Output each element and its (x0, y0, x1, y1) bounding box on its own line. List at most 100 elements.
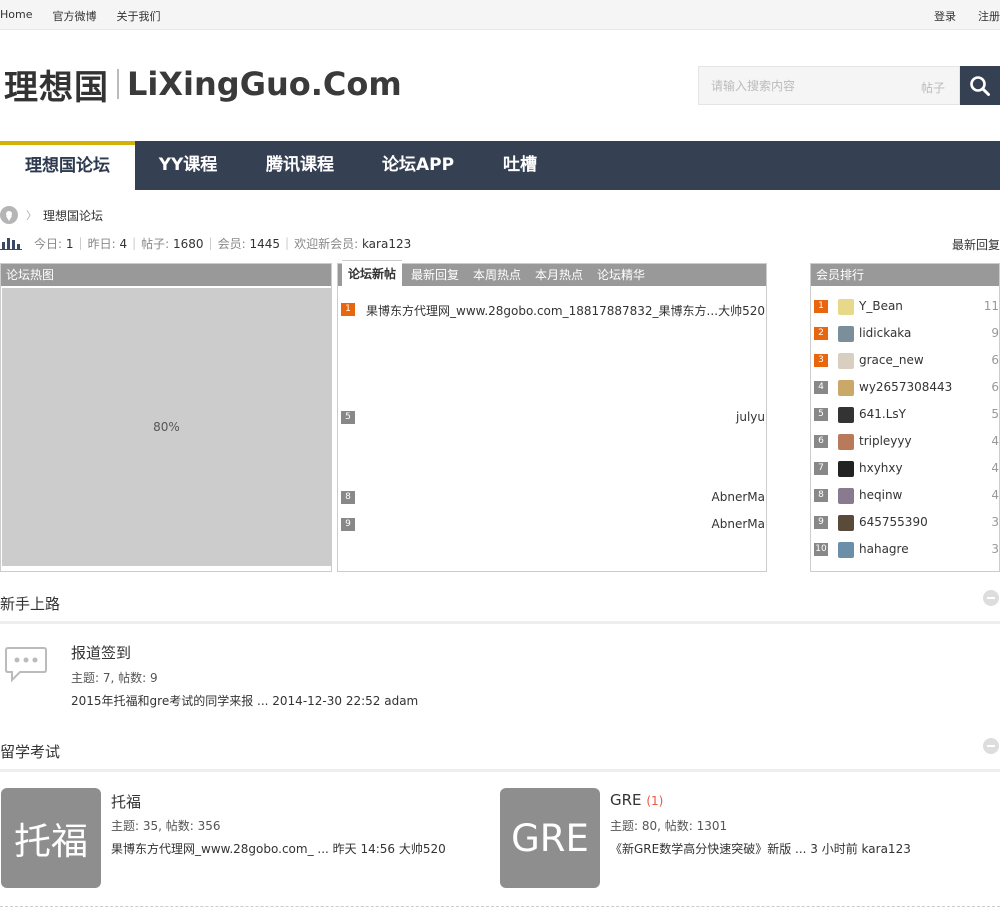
tab-month-hot[interactable]: 本月热点 (535, 264, 583, 286)
tab-essence[interactable]: 论坛精华 (597, 264, 645, 286)
section-divider (0, 621, 1000, 624)
nav-item-tucao[interactable]: 吐槽 (477, 141, 563, 190)
nav-item-yy[interactable]: YY课程 (135, 141, 241, 190)
rank-item[interactable]: 5 641.LsY 5 (814, 406, 999, 424)
post-item[interactable]: 5 julyu (341, 410, 765, 426)
rank-name[interactable]: 645755390 (859, 515, 928, 529)
register-link[interactable]: 注册 (978, 8, 1000, 24)
breadcrumb-current[interactable]: 理想国论坛 (43, 207, 103, 224)
post-author[interactable]: julyu (736, 410, 765, 424)
nav-item-app[interactable]: 论坛APP (359, 141, 477, 190)
avatar[interactable] (838, 488, 854, 504)
hot-image-slide[interactable]: 80% (2, 288, 331, 569)
hot-image-panel: 论坛热图 80% (0, 263, 332, 572)
avatar[interactable] (838, 461, 854, 477)
rank-item[interactable]: 1 Y_Bean 11 (814, 298, 999, 316)
rank-count: 11 (983, 299, 999, 313)
member-rank-panel: 会员排行 1 Y_Bean 11 2 lidickaka 9 3 grace_n… (810, 263, 1000, 572)
rank-name[interactable]: 641.LsY (859, 407, 906, 421)
top-bar: Home 官方微博 关于我们 登录 注册 (0, 0, 1000, 30)
avatar[interactable] (838, 299, 854, 315)
location-pin-icon[interactable] (0, 206, 18, 224)
rank-name[interactable]: Y_Bean (859, 299, 903, 313)
forum-last-post[interactable]: 2015年托福和gre考试的同学来报 ... 2014-12-30 22:52 … (71, 692, 418, 709)
latest-reply-link[interactable]: 最新回复 (952, 236, 1000, 253)
rank-count: 4 (991, 461, 999, 475)
tab-latest-reply[interactable]: 最新回复 (411, 264, 459, 286)
forum-last-post[interactable]: 《新GRE数学高分快速突破》新版 ... 3 小时前 kara123 (610, 840, 911, 857)
search-input[interactable] (699, 67, 909, 104)
site-logo[interactable]: 理想国 LiXingGuo.Com (4, 60, 402, 108)
rank-count: 4 (991, 488, 999, 502)
collapse-icon[interactable] (983, 738, 999, 754)
rank-name[interactable]: wy2657308443 (859, 380, 952, 394)
top-links: Home 官方微博 关于我们 (0, 8, 180, 24)
search-type-select[interactable]: 帖子 (921, 79, 945, 96)
home-link[interactable]: Home (0, 8, 32, 24)
rank-item[interactable]: 2 lidickaka 9 (814, 325, 999, 343)
stat-members: 会员: 1445 (217, 236, 281, 251)
post-item[interactable]: 8 AbnerMa (341, 490, 765, 506)
bottom-divider (0, 906, 1000, 907)
forum-icon-toefl[interactable]: 托福 (1, 788, 101, 888)
section-divider (0, 769, 1000, 772)
weibo-link[interactable]: 官方微博 (52, 8, 96, 24)
avatar[interactable] (838, 380, 854, 396)
tab-new-posts[interactable]: 论坛新帖 (342, 260, 403, 286)
rank-count: 3 (991, 542, 999, 556)
rank-name[interactable]: heqinw (859, 488, 902, 502)
rank-item[interactable]: 9 645755390 3 (814, 514, 999, 532)
rank-item[interactable]: 4 wy2657308443 6 (814, 379, 999, 397)
forum-last-post[interactable]: 果博东方代理网_www.28gobo.com_ ... 昨天 14:56 大帅5… (111, 840, 446, 857)
post-author[interactable]: AbnerMa (712, 517, 765, 531)
search-button[interactable] (960, 66, 1000, 105)
rank-name[interactable]: tripleyyy (859, 434, 912, 448)
forum-icon-gre[interactable]: GRE (500, 788, 600, 888)
post-author[interactable]: 大帅520 (718, 302, 765, 319)
rank-name[interactable]: lidickaka (859, 326, 911, 340)
collapse-icon[interactable] (983, 590, 999, 606)
rank-name[interactable]: grace_new (859, 353, 924, 367)
nav-item-tencent[interactable]: 腾讯课程 (241, 141, 359, 190)
rank-item[interactable]: 8 heqinw 4 (814, 487, 999, 505)
rank-count: 9 (991, 326, 999, 340)
new-post-count: (1) (646, 794, 664, 808)
forum-name[interactable]: 托福 (111, 791, 141, 812)
rank-count: 6 (991, 380, 999, 394)
rank-item[interactable]: 7 hxyhxy 4 (814, 460, 999, 478)
section-title-newbie[interactable]: 新手上路 (0, 593, 60, 614)
logo-divider (117, 69, 119, 99)
forum-meta: 主题: 35, 帖数: 356 (111, 819, 221, 833)
nav-item-forum[interactable]: 理想国论坛 (0, 141, 135, 190)
welcome-user-link[interactable]: kara123 (362, 237, 411, 251)
avatar[interactable] (838, 434, 854, 450)
avatar[interactable] (838, 515, 854, 531)
rank-name[interactable]: hahagre (859, 542, 909, 556)
rank-item[interactable]: 10 hahagre 3 (814, 541, 999, 559)
avatar[interactable] (838, 353, 854, 369)
avatar[interactable] (838, 542, 854, 558)
post-item[interactable]: 1 果博东方代理网_www.28gobo.com_18817887832_果博东… (341, 302, 765, 318)
rank-name[interactable]: hxyhxy (859, 461, 903, 475)
login-link[interactable]: 登录 (934, 8, 956, 24)
rank-item[interactable]: 6 tripleyyy 4 (814, 433, 999, 451)
avatar[interactable] (838, 407, 854, 423)
forum-meta: 主题: 7, 帖数: 9 (71, 671, 158, 685)
forum-name[interactable]: GRE (1) (610, 791, 663, 809)
logo-en: LiXingGuo.Com (127, 65, 402, 103)
tab-week-hot[interactable]: 本周热点 (473, 264, 521, 286)
rank-item[interactable]: 3 grace_new 6 (814, 352, 999, 370)
about-link[interactable]: 关于我们 (116, 8, 160, 24)
rank-count: 5 (991, 407, 999, 421)
hot-panel-title: 论坛热图 (1, 264, 331, 286)
rank-count: 6 (991, 353, 999, 367)
post-author[interactable]: AbnerMa (712, 490, 765, 504)
stat-yesterday: 昨日: 4 (87, 236, 128, 251)
new-posts-tabs: 论坛新帖 最新回复 本周热点 本月热点 论坛精华 (338, 260, 766, 286)
forum-name[interactable]: 报道签到 (71, 642, 131, 663)
avatar[interactable] (838, 326, 854, 342)
speech-bubble-icon[interactable] (4, 646, 48, 682)
post-item[interactable]: 9 AbnerMa (341, 517, 765, 533)
post-title[interactable]: 果博东方代理网_www.28gobo.com_18817887832_果博东方.… (366, 302, 718, 319)
section-title-exam[interactable]: 留学考试 (0, 741, 60, 762)
